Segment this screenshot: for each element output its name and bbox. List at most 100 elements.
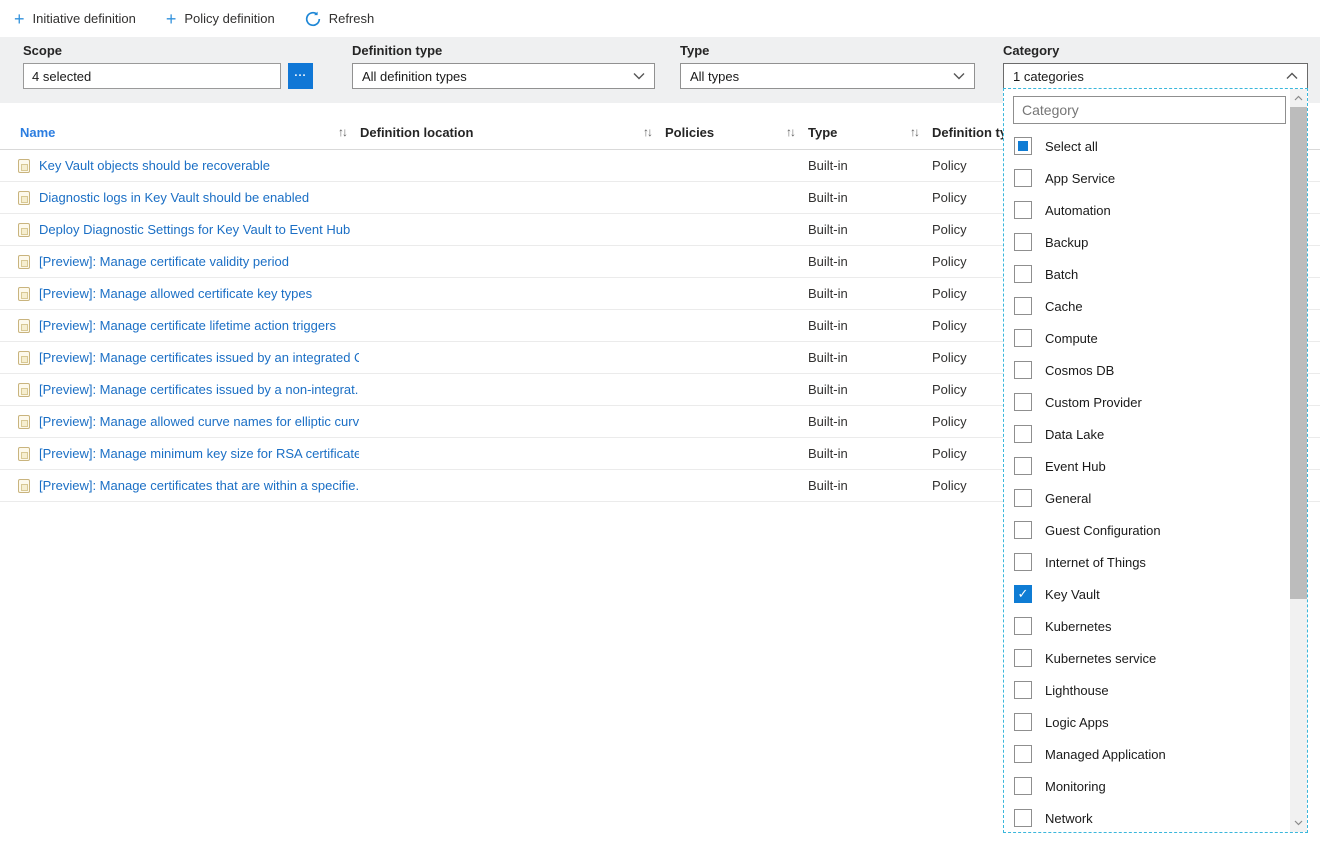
sort-icon[interactable]: ↑↓	[904, 125, 918, 139]
category-option-label: Monitoring	[1045, 779, 1106, 794]
category-option[interactable]: Monitoring	[1004, 770, 1290, 802]
column-header-policies[interactable]: Policies ↑↓	[665, 115, 808, 149]
policy-link[interactable]: [Preview]: Manage certificates that are …	[39, 478, 359, 493]
checkbox-icon[interactable]	[1014, 169, 1032, 187]
category-option[interactable]: Cache	[1004, 290, 1290, 322]
category-option-key-vault[interactable]: Key Vault	[1004, 578, 1290, 610]
refresh-button[interactable]: Refresh	[305, 11, 375, 27]
type-cell: Built-in	[808, 350, 932, 365]
sort-icon[interactable]: ↑↓	[332, 125, 346, 139]
category-option-label: General	[1045, 491, 1091, 506]
type-cell: Built-in	[808, 446, 932, 461]
scroll-down-icon[interactable]	[1290, 815, 1307, 831]
category-option[interactable]: Cosmos DB	[1004, 354, 1290, 386]
category-option[interactable]: Managed Application	[1004, 738, 1290, 770]
sort-icon[interactable]: ↑↓	[780, 125, 794, 139]
category-option-select-all[interactable]: Select all	[1004, 130, 1290, 162]
category-option[interactable]: General	[1004, 482, 1290, 514]
category-option-label: Event Hub	[1045, 459, 1106, 474]
checkbox-icon[interactable]	[1014, 297, 1032, 315]
category-option[interactable]: Network	[1004, 802, 1290, 834]
type-cell: Built-in	[808, 158, 932, 173]
category-option[interactable]: Lighthouse	[1004, 674, 1290, 706]
checkbox-icon[interactable]	[1014, 201, 1032, 219]
category-option[interactable]: Kubernetes	[1004, 610, 1290, 642]
policy-link[interactable]: Diagnostic logs in Key Vault should be e…	[39, 190, 309, 205]
category-option[interactable]: Batch	[1004, 258, 1290, 290]
column-label: Policies	[665, 125, 714, 140]
type-cell: Built-in	[808, 478, 932, 493]
category-option[interactable]: Backup	[1004, 226, 1290, 258]
checkbox-icon[interactable]	[1014, 233, 1032, 251]
scope-input[interactable]	[23, 63, 281, 89]
policy-link[interactable]: [Preview]: Manage minimum key size for R…	[39, 446, 359, 461]
refresh-label: Refresh	[329, 11, 375, 26]
checkbox-indeterminate-icon[interactable]	[1014, 137, 1032, 155]
type-cell: Built-in	[808, 414, 932, 429]
checkbox-icon[interactable]	[1014, 777, 1032, 795]
sort-icon[interactable]: ↑↓	[637, 125, 651, 139]
checkbox-checked-icon[interactable]	[1014, 585, 1032, 603]
category-select[interactable]: 1 categories	[1003, 63, 1308, 89]
checkbox-icon[interactable]	[1014, 489, 1032, 507]
category-option[interactable]: Internet of Things	[1004, 546, 1290, 578]
category-option[interactable]: Data Lake	[1004, 418, 1290, 450]
policy-link[interactable]: [Preview]: Manage allowed certificate ke…	[39, 286, 312, 301]
policy-link[interactable]: [Preview]: Manage certificates issued by…	[39, 350, 359, 365]
policy-link[interactable]: Key Vault objects should be recoverable	[39, 158, 270, 173]
policy-definition-button[interactable]: + Policy definition	[166, 10, 275, 28]
checkbox-icon[interactable]	[1014, 681, 1032, 699]
plus-icon: +	[166, 10, 177, 28]
category-option[interactable]: Compute	[1004, 322, 1290, 354]
policy-document-icon	[18, 223, 30, 237]
column-label: Type	[808, 125, 837, 140]
checkbox-icon[interactable]	[1014, 361, 1032, 379]
scroll-up-icon[interactable]	[1290, 90, 1307, 106]
category-option[interactable]: Kubernetes service	[1004, 642, 1290, 674]
column-header-type[interactable]: Type ↑↓	[808, 115, 932, 149]
checkbox-icon[interactable]	[1014, 649, 1032, 667]
policy-link[interactable]: [Preview]: Manage allowed curve names fo…	[39, 414, 359, 429]
category-option-label: Compute	[1045, 331, 1098, 346]
category-option[interactable]: Event Hub	[1004, 450, 1290, 482]
category-option[interactable]: Automation	[1004, 194, 1290, 226]
category-label: Category	[1003, 43, 1059, 58]
plus-icon: +	[14, 10, 25, 28]
checkbox-icon[interactable]	[1014, 809, 1032, 827]
column-label: Name	[20, 125, 55, 140]
policy-link[interactable]: Deploy Diagnostic Settings for Key Vault…	[39, 222, 350, 237]
column-header-definition-location[interactable]: Definition location ↑↓	[360, 115, 665, 149]
checkbox-icon[interactable]	[1014, 329, 1032, 347]
checkbox-icon[interactable]	[1014, 265, 1032, 283]
category-option-label: Backup	[1045, 235, 1088, 250]
checkbox-icon[interactable]	[1014, 617, 1032, 635]
scope-more-button[interactable]: ...	[288, 63, 313, 89]
checkbox-icon[interactable]	[1014, 457, 1032, 475]
category-option[interactable]: Custom Provider	[1004, 386, 1290, 418]
refresh-icon	[305, 11, 321, 27]
category-option[interactable]: Logic Apps	[1004, 706, 1290, 738]
scope-label: Scope	[23, 43, 62, 58]
checkbox-icon[interactable]	[1014, 521, 1032, 539]
policy-link[interactable]: [Preview]: Manage certificates issued by…	[39, 382, 359, 397]
checkbox-icon[interactable]	[1014, 553, 1032, 571]
scrollbar-thumb[interactable]	[1290, 107, 1307, 599]
policy-document-icon	[18, 255, 30, 269]
category-option[interactable]: Guest Configuration	[1004, 514, 1290, 546]
definition-type-select[interactable]: All definition types	[352, 63, 655, 89]
category-search-input[interactable]	[1013, 96, 1286, 124]
checkbox-icon[interactable]	[1014, 713, 1032, 731]
initiative-definition-button[interactable]: + Initiative definition	[14, 10, 136, 28]
chevron-up-icon	[1286, 72, 1298, 80]
dropdown-scrollbar[interactable]	[1290, 89, 1307, 832]
checkbox-icon[interactable]	[1014, 745, 1032, 763]
category-option[interactable]: App Service	[1004, 162, 1290, 194]
policy-link[interactable]: [Preview]: Manage certificate lifetime a…	[39, 318, 336, 333]
policy-link[interactable]: [Preview]: Manage certificate validity p…	[39, 254, 289, 269]
category-option-label: Logic Apps	[1045, 715, 1109, 730]
checkbox-icon[interactable]	[1014, 393, 1032, 411]
checkbox-icon[interactable]	[1014, 425, 1032, 443]
column-header-name[interactable]: Name ↑↓	[0, 115, 360, 149]
category-option-label: Cosmos DB	[1045, 363, 1114, 378]
type-select[interactable]: All types	[680, 63, 975, 89]
